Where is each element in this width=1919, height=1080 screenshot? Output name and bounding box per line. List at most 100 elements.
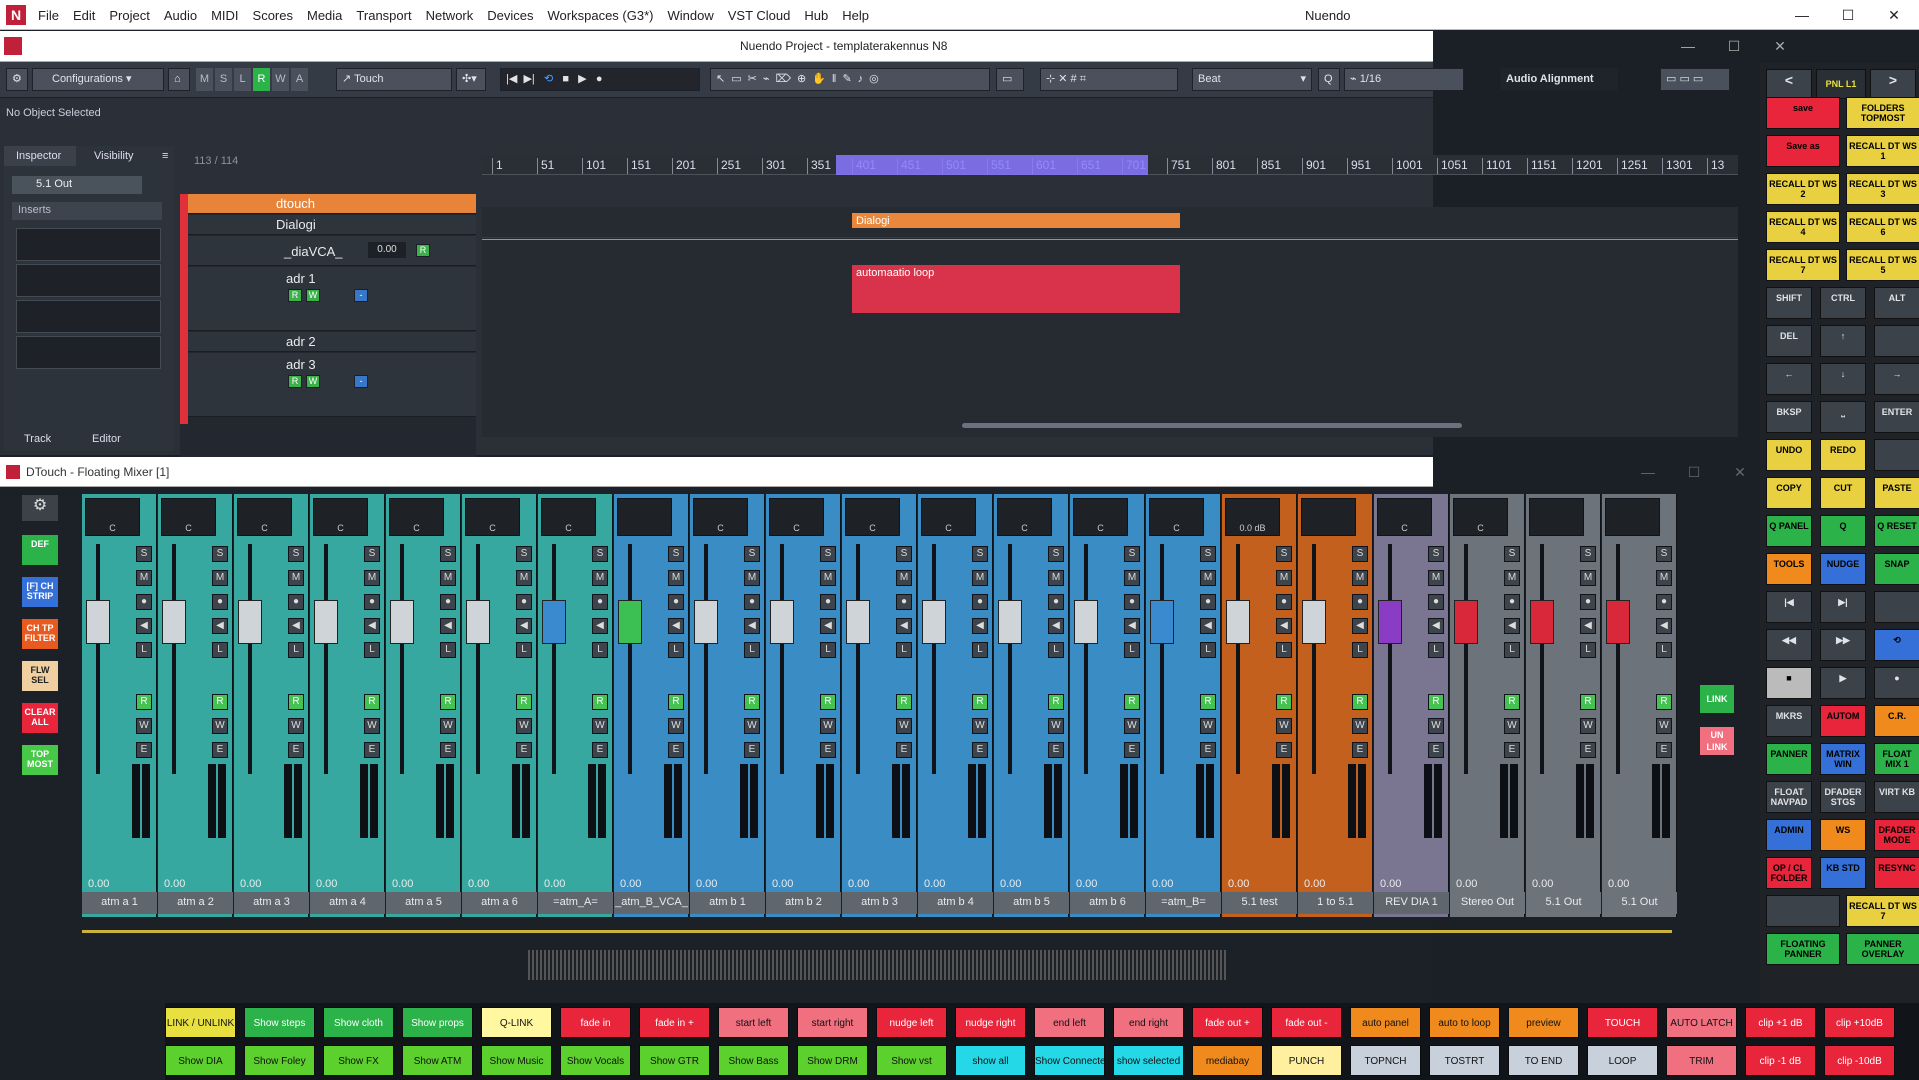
channel-listen-button[interactable]: L	[668, 642, 684, 658]
write-button[interactable]: W	[306, 289, 320, 302]
lock-icon[interactable]: ⌂	[168, 68, 190, 91]
channel-write-button[interactable]: W	[1504, 718, 1520, 734]
channel-monitor-button[interactable]: ◀	[744, 618, 760, 634]
channel-monitor-button[interactable]: ◀	[1428, 618, 1444, 634]
pan-display[interactable]: C	[389, 498, 444, 536]
channel-mute-button[interactable]: M	[820, 570, 836, 586]
channel-volume-value[interactable]: 0.00	[924, 878, 945, 890]
macro-button[interactable]: end right	[1113, 1007, 1184, 1038]
channel-fader[interactable]	[770, 600, 794, 644]
macro-button[interactable]: Show Bass	[718, 1045, 789, 1076]
channel-volume-value[interactable]: 0.00	[1456, 878, 1477, 890]
panel-button[interactable]: RECALL DT WS 5	[1846, 249, 1919, 281]
monitor-icon[interactable]: -	[354, 289, 368, 302]
channel-listen-button[interactable]: L	[364, 642, 380, 658]
channel-monitor-button[interactable]: ◀	[668, 618, 684, 634]
channel-volume-value[interactable]: 0.00	[1532, 878, 1553, 890]
menu-item-7[interactable]: Transport	[356, 8, 411, 23]
close-icon[interactable]: ✕	[1717, 457, 1763, 487]
panel-button[interactable]: ■	[1766, 667, 1812, 699]
panel-button[interactable]: ◀◀	[1766, 629, 1812, 661]
channel-fader[interactable]	[1606, 600, 1630, 644]
panel-button[interactable]: WS	[1820, 819, 1866, 851]
panel-button[interactable]: RECALL DT WS 7	[1766, 249, 1840, 281]
panel-button[interactable]: RECALL DT WS 1	[1846, 135, 1919, 167]
pan-display[interactable]	[1529, 498, 1584, 536]
channel-edit-button[interactable]: E	[440, 742, 456, 758]
channel-fader[interactable]	[1530, 600, 1554, 644]
channel-mute-button[interactable]: M	[1048, 570, 1064, 586]
channel-mute-button[interactable]: M	[1276, 570, 1292, 586]
channel-record-button[interactable]: ●	[364, 594, 380, 610]
window-layout-icons[interactable]: ▭ ▭ ▭	[1660, 68, 1730, 91]
channel-edit-button[interactable]: E	[212, 742, 228, 758]
channel-monitor-button[interactable]: ◀	[972, 618, 988, 634]
channel-read-button[interactable]: R	[972, 694, 988, 710]
channel-mute-button[interactable]: M	[1200, 570, 1216, 586]
insert-slot[interactable]	[16, 300, 161, 333]
channel-write-button[interactable]: W	[288, 718, 304, 734]
channel-fader[interactable]	[314, 600, 338, 644]
pan-display[interactable]: C	[1453, 498, 1508, 536]
channel-mute-button[interactable]: M	[212, 570, 228, 586]
panel-button[interactable]: ENTER	[1874, 401, 1919, 433]
channel-fader[interactable]	[1302, 600, 1326, 644]
track-row[interactable]: dtouch	[180, 194, 476, 214]
channel-monitor-button[interactable]: ◀	[1124, 618, 1140, 634]
panel-button[interactable]: PANNER	[1766, 743, 1812, 775]
channel-name[interactable]: Stereo Out	[1450, 892, 1525, 914]
channel-mute-button[interactable]: M	[744, 570, 760, 586]
macro-button[interactable]: show all	[955, 1045, 1026, 1076]
panel-button[interactable]: TOOLS	[1766, 553, 1812, 585]
channel-listen-button[interactable]: L	[1276, 642, 1292, 658]
insert-slot[interactable]	[16, 228, 161, 261]
mode-button-a[interactable]: A	[291, 68, 308, 91]
pan-display[interactable]: 0.0 dB	[1225, 498, 1280, 536]
channel-record-button[interactable]: ●	[212, 594, 228, 610]
menu-item-9[interactable]: Devices	[487, 8, 533, 23]
panel-button[interactable]: DFADER MODE	[1874, 819, 1919, 851]
mixer-side-button[interactable]: TOP MOST	[22, 745, 58, 775]
channel-listen-button[interactable]: L	[1048, 642, 1064, 658]
channel-write-button[interactable]: W	[1200, 718, 1216, 734]
channel-solo-button[interactable]: S	[1352, 546, 1368, 562]
mixer-scroll-timeline[interactable]	[82, 930, 1672, 933]
write-button[interactable]: W	[306, 375, 320, 388]
track-row[interactable]: _diaVCA_ 0.00 R	[180, 236, 476, 266]
channel-write-button[interactable]: W	[1580, 718, 1596, 734]
pan-display[interactable]: C	[313, 498, 368, 536]
channel-mute-button[interactable]: M	[1580, 570, 1596, 586]
maximize-icon[interactable]: ☐	[1825, 0, 1871, 30]
panel-button[interactable]: ●	[1874, 667, 1919, 699]
panel-button[interactable]: Save as	[1766, 135, 1840, 167]
channel-record-button[interactable]: ●	[820, 594, 836, 610]
channel-solo-button[interactable]: S	[1656, 546, 1672, 562]
panel-button[interactable]: OP / CL FOLDER	[1766, 857, 1812, 889]
panel-button[interactable]: MKRS	[1766, 705, 1812, 737]
event-automaatio-loop[interactable]: automaatio loop	[852, 265, 1180, 313]
channel-record-button[interactable]: ●	[1352, 594, 1368, 610]
panel-button[interactable]: RECALL DT WS 7	[1846, 895, 1919, 927]
panel-button[interactable]: ADMIN	[1766, 819, 1812, 851]
channel-mute-button[interactable]: M	[136, 570, 152, 586]
channel-read-button[interactable]: R	[1200, 694, 1216, 710]
channel-read-button[interactable]: R	[1504, 694, 1520, 710]
channel-fader[interactable]	[1226, 600, 1250, 644]
channel-write-button[interactable]: W	[1276, 718, 1292, 734]
read-button[interactable]: R	[288, 289, 302, 302]
panel-button[interactable]: Q PANEL	[1766, 515, 1812, 547]
channel-write-button[interactable]: W	[1124, 718, 1140, 734]
channel-name[interactable]: atm b 2	[766, 892, 841, 914]
channel-write-button[interactable]: W	[1352, 718, 1368, 734]
channel-fader[interactable]	[466, 600, 490, 644]
tab-visibility[interactable]: Visibility	[94, 150, 134, 162]
channel-monitor-button[interactable]: ◀	[1200, 618, 1216, 634]
panel-button[interactable]: ▶|	[1820, 591, 1866, 623]
mixer-side-button[interactable]: CH TP FILTER	[22, 619, 58, 649]
channel-listen-button[interactable]: L	[896, 642, 912, 658]
panel-button[interactable]: DFADER STGS	[1820, 781, 1866, 813]
panel-button[interactable]: C.R.	[1874, 705, 1919, 737]
channel-record-button[interactable]: ●	[1200, 594, 1216, 610]
macro-button[interactable]: LINK / UNLINK	[165, 1007, 236, 1038]
channel-mute-button[interactable]: M	[1124, 570, 1140, 586]
